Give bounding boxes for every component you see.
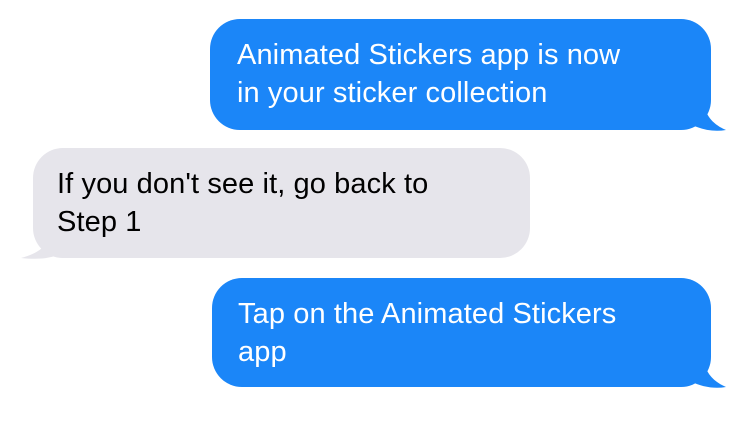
sent-message-bubble[interactable]: Animated Stickers app is now in your sti… [210, 19, 711, 130]
message-text: If you don't see it, go back to Step 1 [57, 168, 429, 238]
message-text: Animated Stickers app is now in your sti… [237, 39, 621, 109]
sent-message-bubble[interactable]: Tap on the Animated Stickers app [212, 278, 711, 387]
received-message-bubble[interactable]: If you don't see it, go back to Step 1 [33, 148, 530, 258]
message-text: Tap on the Animated Stickers app [238, 298, 617, 368]
